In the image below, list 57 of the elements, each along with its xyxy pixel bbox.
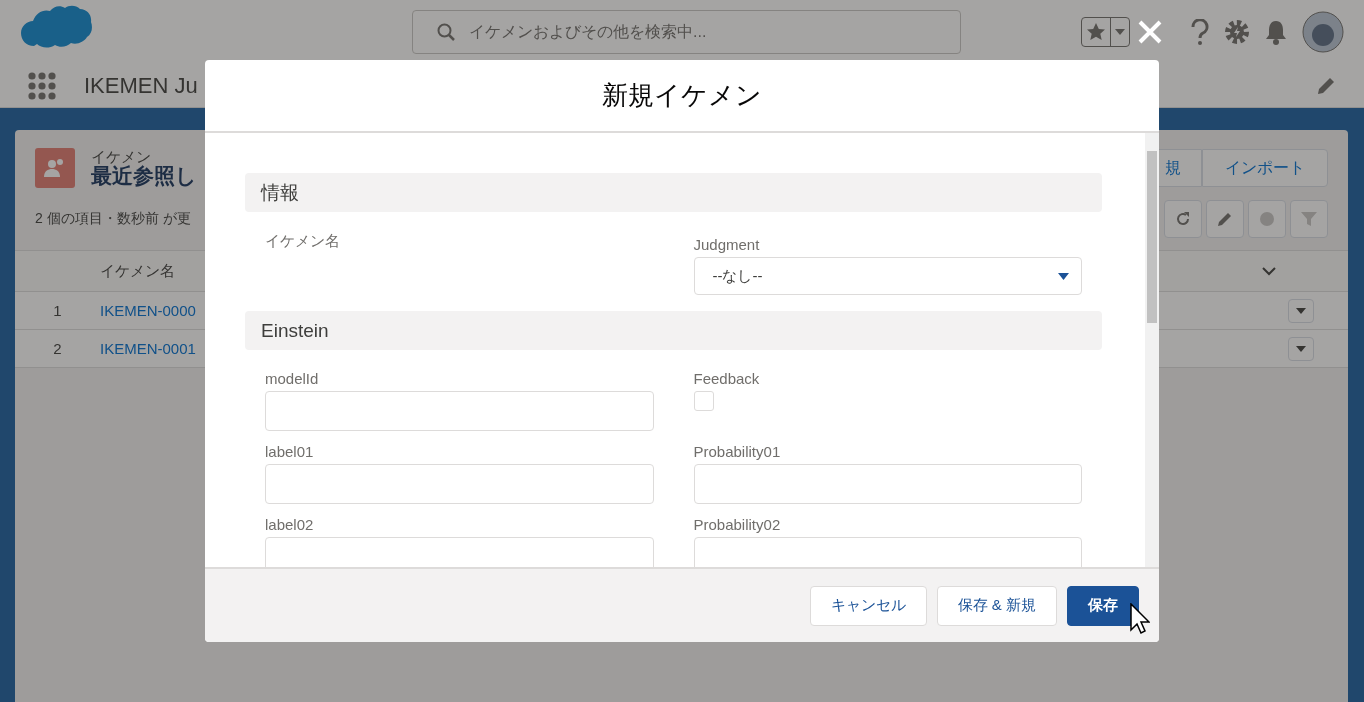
scrollbar[interactable] xyxy=(1145,133,1159,567)
search-field[interactable]: イケメンおよびその他を検索中... xyxy=(412,10,961,54)
input-field[interactable] xyxy=(265,391,654,431)
settings-icon[interactable] xyxy=(1224,19,1250,45)
caret-icon xyxy=(1115,29,1125,35)
row-menu-button[interactable] xyxy=(1288,298,1314,323)
caret-icon xyxy=(1296,307,1306,314)
search-icon xyxy=(437,23,455,41)
record-link[interactable]: IKEMEN-0001 xyxy=(100,340,196,357)
pencil-icon[interactable] xyxy=(1316,75,1336,96)
save-button[interactable]: 保存 xyxy=(1067,585,1139,626)
section-header: 情報 xyxy=(245,173,1102,212)
section-header: Einstein xyxy=(245,311,1102,350)
field-label: Probability02 xyxy=(693,516,782,533)
judgment-select[interactable]: --なし-- xyxy=(693,257,1082,295)
close-button[interactable] xyxy=(1136,18,1164,46)
object-label: イケメン xyxy=(91,148,152,164)
dropdown-caret-icon xyxy=(1058,272,1069,280)
input-field[interactable] xyxy=(265,464,654,504)
field-label: Probability01 xyxy=(693,443,782,460)
field-label: label01 xyxy=(265,443,315,460)
row-number: 1 xyxy=(52,302,63,319)
footer-button[interactable]: 保存 & 新規 xyxy=(936,585,1057,626)
filter-icon xyxy=(1301,211,1317,227)
refresh-icon xyxy=(1175,211,1191,227)
row-number: 2 xyxy=(52,340,63,357)
footer-button[interactable]: キャンセル xyxy=(809,585,927,626)
favorites-button[interactable] xyxy=(1081,17,1130,47)
bell-icon[interactable] xyxy=(1264,19,1288,45)
refresh-button[interactable] xyxy=(1164,200,1202,238)
avatar-icon[interactable] xyxy=(1302,11,1344,53)
field-label: Feedback xyxy=(693,370,761,387)
list-title: 最近参照し xyxy=(91,163,197,188)
dialog-title: 新規イケメン xyxy=(602,79,762,112)
field-label: Judgment xyxy=(693,236,761,253)
edit-button[interactable] xyxy=(1206,200,1244,238)
list-action-button[interactable]: インポート xyxy=(1202,149,1328,187)
caret-icon xyxy=(1296,345,1306,352)
feedback-checkbox[interactable] xyxy=(693,391,714,411)
mouse-cursor-icon xyxy=(1130,603,1150,635)
star-icon xyxy=(1086,22,1106,42)
chevron-down-icon[interactable] xyxy=(1262,266,1276,276)
field-label: modelId xyxy=(265,370,320,387)
app-name: IKEMEN Ju xyxy=(84,72,198,99)
app-launcher-icon[interactable] xyxy=(28,71,56,100)
close-icon xyxy=(1136,18,1164,46)
list-status: 2 個の項目・数秒前 が更 xyxy=(35,210,191,228)
row-menu-button[interactable] xyxy=(1288,336,1314,361)
field-label: label02 xyxy=(265,516,315,533)
column-header[interactable]: イケメン名 xyxy=(100,261,175,281)
record-link[interactable]: IKEMEN-0000 xyxy=(100,302,196,319)
input-field[interactable] xyxy=(693,464,1082,504)
field-label: イケメン名 xyxy=(265,232,341,251)
help-icon[interactable] xyxy=(1190,19,1210,45)
input-field[interactable] xyxy=(693,537,1082,567)
pencil-icon xyxy=(1217,211,1233,227)
input-field[interactable] xyxy=(265,537,654,567)
